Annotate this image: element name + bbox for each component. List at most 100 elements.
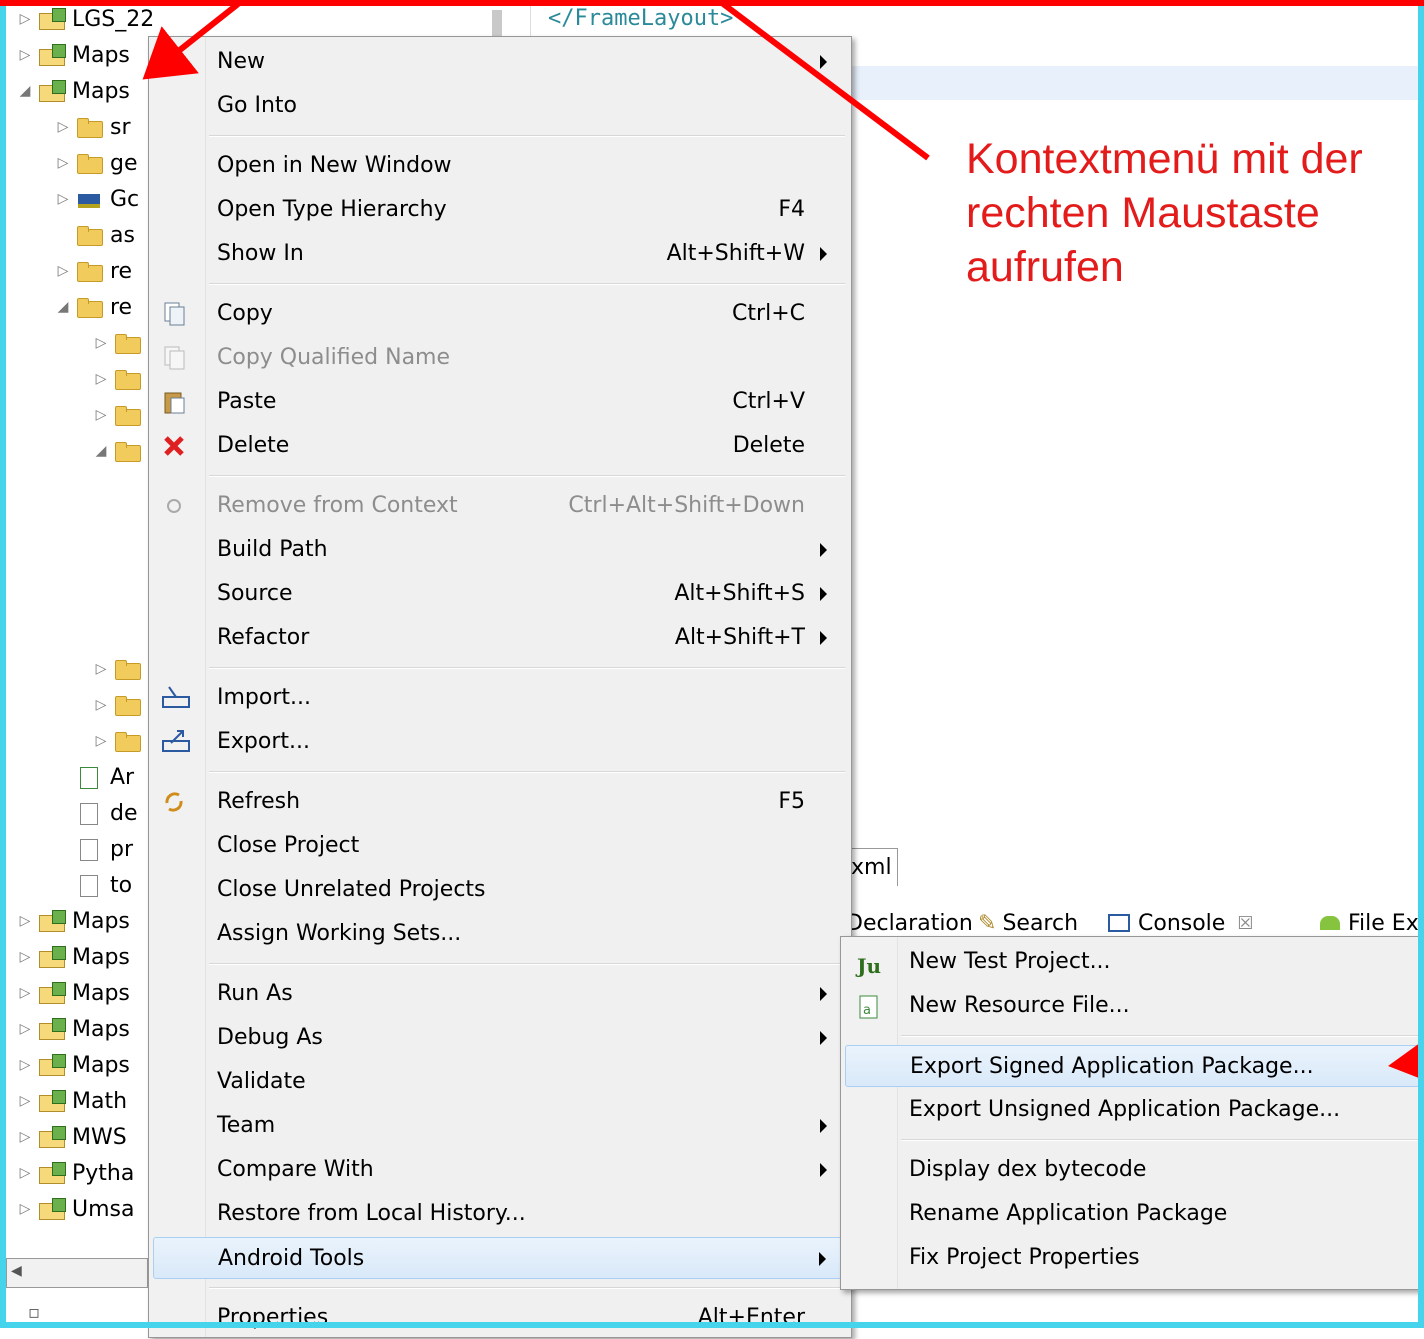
expand-toggle-icon[interactable]: ▷ [18, 1129, 32, 1145]
menu-item-open-in-new-window[interactable]: Open in New Window [153, 145, 845, 187]
menu-item-delete[interactable]: Delete Delete [153, 425, 845, 467]
menu-item-compare-with[interactable]: Compare With [153, 1149, 845, 1191]
expand-toggle-icon[interactable]: ◢ [94, 443, 108, 459]
tree-item[interactable]: ▷ Maps [18, 1048, 130, 1082]
menu-item-team[interactable]: Team [153, 1105, 845, 1147]
expand-toggle-icon[interactable]: ▷ [94, 335, 108, 351]
expand-toggle-icon[interactable]: ▷ [56, 119, 70, 135]
expand-toggle-icon[interactable]: ▷ [56, 155, 70, 171]
submenu-item-fix-project-properties[interactable]: Fix Project Properties [845, 1237, 1423, 1279]
tree-item-label: re [110, 258, 133, 284]
tree-item[interactable]: ◢ re [56, 290, 133, 324]
tree-item[interactable]: ▷ [94, 398, 148, 432]
context-menu[interactable]: New Go Into Open in New Window Open Type Hi… [148, 36, 852, 1338]
tree-item[interactable]: ◢ Maps [18, 74, 130, 108]
menu-item-copy[interactable]: Copy Ctrl+C [153, 293, 845, 335]
tree-item[interactable]: ▷ Math [18, 1084, 127, 1118]
tree-item[interactable]: to [56, 868, 132, 902]
scroll-left-icon[interactable]: ◀ [11, 1263, 22, 1279]
tree-item[interactable]: ▷ [94, 724, 148, 758]
expand-toggle-icon[interactable]: ▷ [56, 191, 70, 207]
tree-item[interactable]: ▷ [94, 652, 148, 686]
tree-item[interactable]: ▷ re [56, 254, 133, 288]
menu-item-export[interactable]: Export... [153, 721, 845, 763]
tree-item[interactable]: ▷ Gc [56, 182, 140, 216]
menu-item-import[interactable]: Import... [153, 677, 845, 719]
expand-toggle-icon[interactable]: ◢ [56, 299, 70, 315]
menu-item-refactor[interactable]: Refactor Alt+Shift+T [153, 617, 845, 659]
tree-item[interactable]: ▷ LGS_22 [18, 2, 155, 36]
tab-file-explorer[interactable]: File Ex [1320, 906, 1419, 940]
android-tools-submenu[interactable]: Ju New Test Project... a New Resource File.… [840, 936, 1424, 1290]
submenu-item-new-resource-file[interactable]: a New Resource File... [845, 985, 1423, 1027]
menu-item-go-into[interactable]: Go Into [153, 85, 845, 127]
menu-item-properties[interactable]: Properties Alt+Enter [153, 1297, 845, 1339]
close-icon[interactable]: ☒ [1237, 913, 1253, 934]
menu-item-remove-from-context[interactable]: Remove from Context Ctrl+Alt+Shift+Down [153, 485, 845, 527]
editor-tab-xml[interactable]: xml [846, 848, 898, 886]
menu-item-label: Restore from Local History... [217, 1201, 526, 1226]
expand-toggle-icon[interactable]: ▷ [18, 949, 32, 965]
tree-item[interactable]: ▷ [94, 688, 148, 722]
expand-toggle-icon[interactable]: ▷ [18, 11, 32, 27]
expand-toggle-icon[interactable]: ▷ [18, 913, 32, 929]
menu-item-assign-working-sets[interactable]: Assign Working Sets... [153, 913, 845, 955]
tree-item[interactable]: ◢ [94, 434, 148, 468]
tab-console[interactable]: Console ☒ [1108, 906, 1253, 940]
tree-item[interactable]: ▷ Maps [18, 976, 130, 1010]
tab-search[interactable]: ✎ Search [978, 906, 1078, 940]
expand-toggle-icon[interactable]: ▷ [18, 985, 32, 1001]
menu-item-show-in[interactable]: Show In Alt+Shift+W [153, 233, 845, 275]
expand-toggle-icon[interactable]: ▷ [18, 1201, 32, 1217]
expand-toggle-icon[interactable]: ▷ [94, 371, 108, 387]
submenu-item-export-unsigned-application-package[interactable]: Export Unsigned Application Package... [845, 1089, 1423, 1131]
explorer-horizontal-scrollbar[interactable]: ◀ [6, 1258, 148, 1288]
menu-item-copy-qualified-name[interactable]: Copy Qualified Name [153, 337, 845, 379]
expand-toggle-icon[interactable]: ▷ [94, 733, 108, 749]
expand-toggle-icon[interactable]: ◢ [18, 83, 32, 99]
submenu-item-new-test-project[interactable]: Ju New Test Project... [845, 941, 1423, 983]
tree-item[interactable]: pr [56, 832, 133, 866]
menu-item-run-as[interactable]: Run As [153, 973, 845, 1015]
tree-item[interactable]: ▷ Maps [18, 940, 130, 974]
tree-item[interactable]: ▷ [94, 326, 148, 360]
menu-item-restore-from-local-history[interactable]: Restore from Local History... [153, 1193, 845, 1235]
tree-item[interactable]: as [56, 218, 135, 252]
menu-item-source[interactable]: Source Alt+Shift+S [153, 573, 845, 615]
tree-item[interactable]: ▷ sr [56, 110, 131, 144]
tree-item[interactable]: ▷ Maps [18, 38, 130, 72]
expand-toggle-icon[interactable]: ▷ [18, 1093, 32, 1109]
expand-toggle-icon[interactable]: ▷ [18, 1165, 32, 1181]
tree-item[interactable]: ▷ ge [56, 146, 138, 180]
menu-item-close-unrelated-projects[interactable]: Close Unrelated Projects [153, 869, 845, 911]
expand-toggle-icon[interactable]: ▷ [94, 407, 108, 423]
expand-toggle-icon[interactable]: ▷ [94, 661, 108, 677]
tree-item[interactable]: de [56, 796, 138, 830]
tree-item[interactable]: ▷ Pytha [18, 1156, 135, 1190]
tree-item[interactable]: ▷ [94, 362, 148, 396]
menu-item-build-path[interactable]: Build Path [153, 529, 845, 571]
submenu-item-export-signed-application-package[interactable]: Export Signed Application Package... [845, 1045, 1423, 1087]
tree-item[interactable]: ▷ Maps [18, 1012, 130, 1046]
expand-toggle-icon[interactable]: ▷ [18, 47, 32, 63]
expand-toggle-icon[interactable]: ▷ [18, 1021, 32, 1037]
menu-item-debug-as[interactable]: Debug As [153, 1017, 845, 1059]
menu-item-paste[interactable]: Paste Ctrl+V [153, 381, 845, 423]
tree-item[interactable]: ▷ MWS [18, 1120, 127, 1154]
menu-item-refresh[interactable]: Refresh F5 [153, 781, 845, 823]
submenu-item-rename-application-package[interactable]: Rename Application Package [845, 1193, 1423, 1235]
menu-item-new[interactable]: New [153, 41, 845, 83]
expand-toggle-icon[interactable]: ▷ [18, 1057, 32, 1073]
tab-declaration[interactable]: Declaration [846, 906, 973, 940]
new-view-icon[interactable]: ▫ [28, 1302, 40, 1323]
tree-item[interactable]: ▷ Umsa [18, 1192, 135, 1226]
menu-item-close-project[interactable]: Close Project [153, 825, 845, 867]
tree-item[interactable]: Ar [56, 760, 134, 794]
expand-toggle-icon[interactable]: ▷ [56, 263, 70, 279]
submenu-item-display-dex-bytecode[interactable]: Display dex bytecode [845, 1149, 1423, 1191]
expand-toggle-icon[interactable]: ▷ [94, 697, 108, 713]
tree-item[interactable]: ▷ Maps [18, 904, 130, 938]
menu-item-android-tools[interactable]: Android Tools [153, 1237, 845, 1279]
menu-item-open-type-hierarchy[interactable]: Open Type Hierarchy F4 [153, 189, 845, 231]
menu-item-validate[interactable]: Validate [153, 1061, 845, 1103]
